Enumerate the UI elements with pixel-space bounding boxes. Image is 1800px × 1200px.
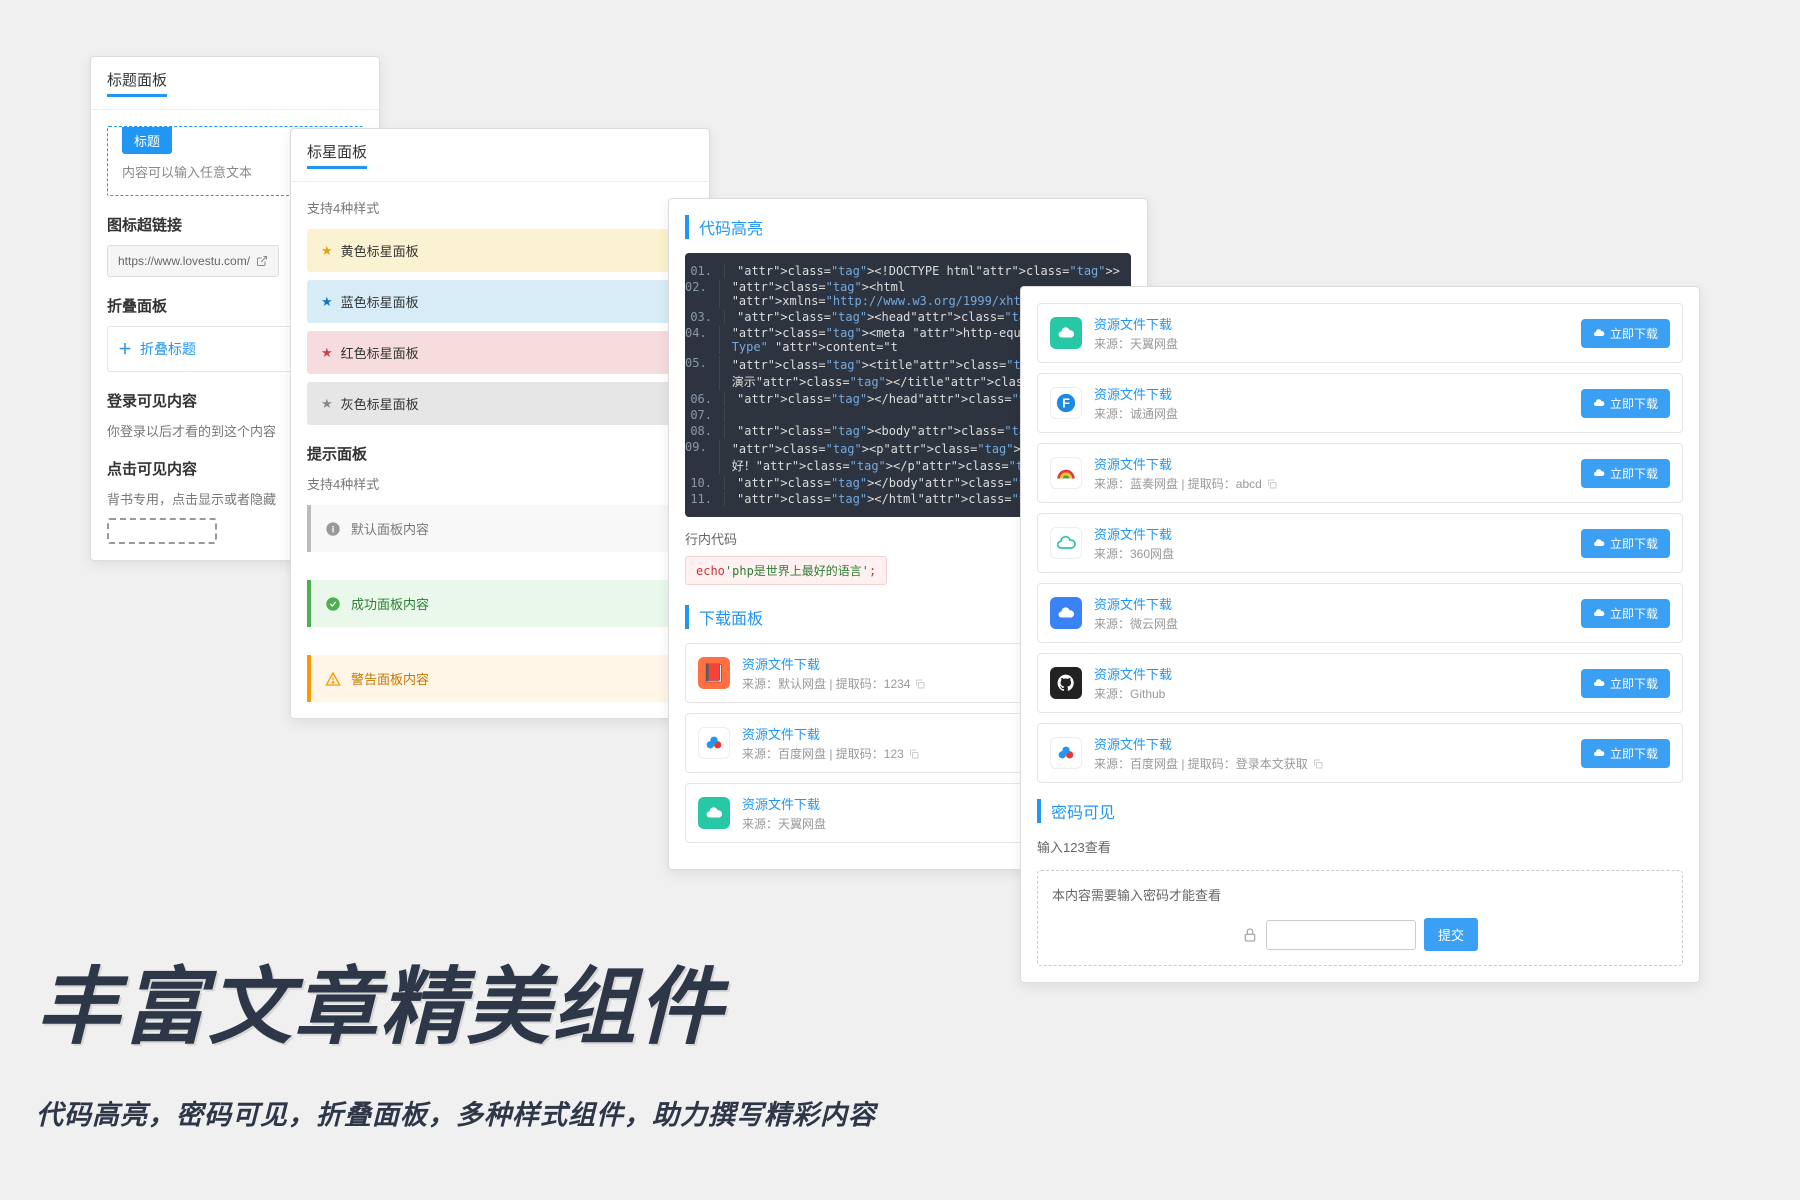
hero-title: 丰富文章精美组件 — [36, 940, 876, 1061]
download-button[interactable]: 立即下载 — [1581, 739, 1670, 768]
copy-icon[interactable] — [908, 748, 920, 760]
download-title[interactable]: 资源文件下载 — [1094, 314, 1569, 333]
star-icon: ★ — [321, 345, 333, 361]
password-input[interactable] — [1266, 920, 1416, 950]
download-title[interactable]: 资源文件下载 — [1094, 594, 1569, 613]
source-icon — [698, 727, 730, 759]
password-box-text: 本内容需要输入密码才能查看 — [1052, 888, 1221, 903]
download-info: 资源文件下载来源：360网盘 — [1094, 524, 1569, 562]
password-box: 本内容需要输入密码才能查看 提交 — [1037, 870, 1683, 966]
warning-icon — [325, 671, 341, 687]
dashed-placeholder[interactable] — [107, 518, 217, 544]
tip-warning: 警告面板内容 — [307, 655, 693, 702]
submit-button[interactable]: 提交 — [1424, 918, 1478, 951]
inline-code: echo'php是世界上最好的语言'; — [685, 556, 887, 585]
download-info: 资源文件下载来源：Github — [1094, 664, 1569, 702]
download-meta: 来源：360网盘 — [1094, 545, 1569, 562]
password-visible-title: 密码可见 — [1037, 799, 1683, 823]
source-icon — [698, 797, 730, 829]
download-meta: 来源：蓝奏网盘 | 提取码：abcd — [1094, 475, 1569, 492]
download-meta: 来源：天翼网盘 — [1094, 335, 1569, 352]
source-icon — [1050, 667, 1082, 699]
download-meta: 来源：微云网盘 — [1094, 615, 1569, 632]
svg-text:i: i — [332, 524, 335, 534]
download-info: 资源文件下载来源：微云网盘 — [1094, 594, 1569, 632]
hero-text: 丰富文章精美组件 代码高亮，密码可见，折叠面板，多种样式组件，助力撰写精彩内容 — [36, 940, 876, 1132]
panel-header: 标题面板 — [91, 57, 379, 110]
star-icon: ★ — [321, 243, 333, 259]
download-info: 资源文件下载来源：蓝奏网盘 | 提取码：abcd — [1094, 454, 1569, 492]
star-row-red: ★红色标星面板 — [307, 331, 693, 374]
source-icon — [1050, 737, 1082, 769]
copy-icon[interactable] — [1266, 478, 1278, 490]
download-item: 资源文件下载来源：360网盘立即下载 — [1037, 513, 1683, 573]
tip-label: 提示面板 — [307, 443, 693, 464]
download-button[interactable]: 立即下载 — [1581, 459, 1670, 488]
star-icon: ★ — [321, 294, 333, 310]
star-row-blue: ★蓝色标星面板 — [307, 280, 693, 323]
source-icon — [1050, 527, 1082, 559]
download-item: 资源文件下载来源：微云网盘立即下载 — [1037, 583, 1683, 643]
copy-icon[interactable] — [1312, 758, 1324, 770]
download-item: 资源文件下载来源：蓝奏网盘 | 提取码：abcd 立即下载 — [1037, 443, 1683, 503]
download-info: 资源文件下载来源：诚通网盘 — [1094, 384, 1569, 422]
download-title[interactable]: 资源文件下载 — [1094, 454, 1569, 473]
tip-support-text: 支持4种样式 — [307, 474, 693, 493]
download-meta: 来源：Github — [1094, 685, 1569, 702]
source-icon: F — [1050, 387, 1082, 419]
title-tag: 标题 — [122, 127, 172, 154]
download-button[interactable]: 立即下载 — [1581, 389, 1670, 418]
star-row-gray: ★灰色标星面板 — [307, 382, 693, 425]
download-item: 资源文件下载来源：天翼网盘立即下载 — [1037, 303, 1683, 363]
download-title[interactable]: 资源文件下载 — [1094, 524, 1569, 543]
download-button[interactable]: 立即下载 — [1581, 599, 1670, 628]
icon-link-url: https://www.lovestu.com/ — [118, 254, 250, 268]
source-icon: 📕 — [698, 657, 730, 689]
download-item: 资源文件下载来源：Github 立即下载 — [1037, 653, 1683, 713]
source-icon — [1050, 597, 1082, 629]
download-item: 资源文件下载来源：百度网盘 | 提取码：登录本文获取立即下载 — [1037, 723, 1683, 783]
download-meta: 来源：诚通网盘 — [1094, 405, 1569, 422]
external-link-icon — [256, 255, 268, 267]
download-title[interactable]: 资源文件下载 — [1094, 384, 1569, 403]
password-hint: 输入123查看 — [1037, 837, 1683, 856]
download-info: 资源文件下载来源：百度网盘 | 提取码：登录本文获取 — [1094, 734, 1569, 772]
support-text: 支持4种样式 — [307, 198, 693, 217]
source-icon — [1050, 457, 1082, 489]
download-title[interactable]: 资源文件下载 — [1094, 664, 1569, 683]
star-row-yellow: ★黄色标星面板 — [307, 229, 693, 272]
download-button[interactable]: 立即下载 — [1581, 529, 1670, 558]
info-icon: i — [325, 521, 341, 537]
download-meta: 来源：百度网盘 | 提取码：登录本文获取 — [1094, 755, 1569, 772]
tip-default: i 默认面板内容 — [307, 505, 693, 552]
panel-star: 标星面板 支持4种样式 ★黄色标星面板 ★蓝色标星面板 ★红色标星面板 ★灰色标… — [290, 128, 710, 719]
code-highlight-title: 代码高亮 — [685, 215, 1131, 239]
star-icon: ★ — [321, 396, 333, 412]
download-button[interactable]: 立即下载 — [1581, 319, 1670, 348]
panel-resources: 资源文件下载来源：天翼网盘立即下载F资源文件下载来源：诚通网盘立即下载资源文件下… — [1020, 286, 1700, 983]
icon-link-box[interactable]: https://www.lovestu.com/ — [107, 245, 279, 277]
download-info: 资源文件下载来源：天翼网盘 — [1094, 314, 1569, 352]
download-title[interactable]: 资源文件下载 — [1094, 734, 1569, 753]
source-icon — [1050, 317, 1082, 349]
lock-icon — [1242, 927, 1258, 943]
download-button[interactable]: 立即下载 — [1581, 669, 1670, 698]
check-icon — [325, 596, 341, 612]
copy-icon[interactable] — [914, 678, 926, 690]
tip-success: 成功面板内容 — [307, 580, 693, 627]
panel-header: 标星面板 — [291, 129, 709, 182]
hero-subtitle: 代码高亮，密码可见，折叠面板，多种样式组件，助力撰写精彩内容 — [36, 1093, 876, 1132]
collapse-title-text: 折叠标题 — [140, 339, 196, 359]
svg-text:F: F — [1062, 396, 1070, 411]
download-item: F 资源文件下载来源：诚通网盘立即下载 — [1037, 373, 1683, 433]
plus-icon: ＋ — [118, 339, 132, 359]
